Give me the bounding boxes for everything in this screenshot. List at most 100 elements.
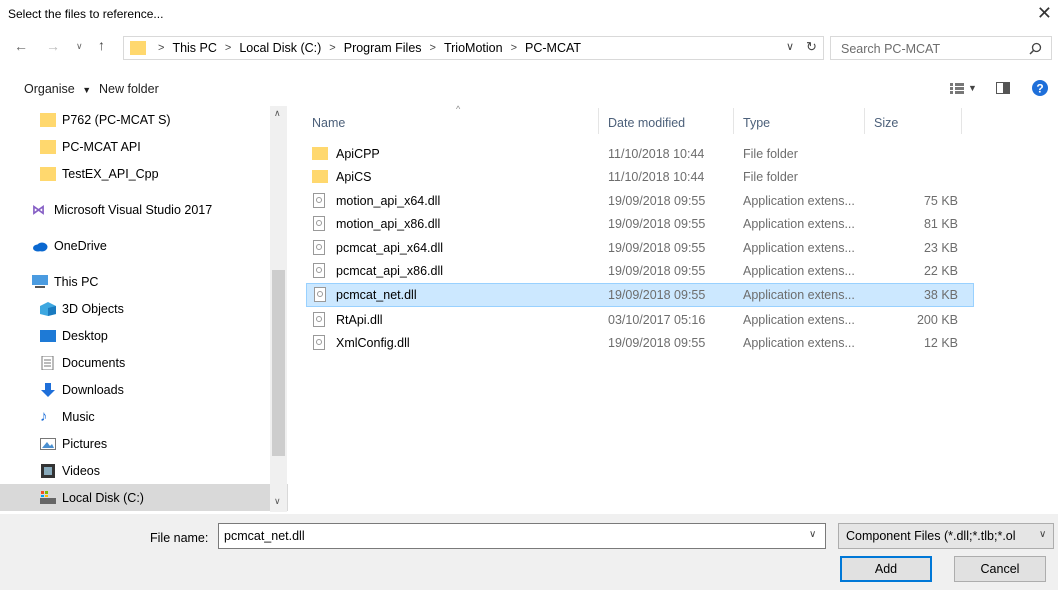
file-name-label: File name: [150,531,209,545]
column-divider[interactable] [733,108,734,134]
file-type: Application extens... [743,336,855,350]
nav-item-onedrive[interactable]: OneDrive [0,232,288,259]
breadcrumb-this-pc[interactable]: This PC [172,41,216,55]
chevron-right-icon[interactable]: > [511,42,517,54]
add-button[interactable]: Add [840,556,932,582]
new-folder-button[interactable]: New folder [99,82,159,96]
breadcrumb-pc-mcat[interactable]: PC-MCAT [525,41,581,55]
file-date: 19/09/2018 09:55 [608,288,706,302]
column-divider[interactable] [864,108,865,134]
nav-item-p762[interactable]: P762 (PC-MCAT S) [0,106,288,133]
forward-arrow-icon[interactable]: → [46,38,60,54]
file-row-pcmcat-api-x86[interactable]: pcmcat_api_x86.dll 19/09/2018 09:55 Appl… [306,260,974,282]
search-input[interactable]: Search PC-MCAT [841,42,940,56]
close-icon[interactable]: ✕ [1037,4,1052,22]
breadcrumb-local-disk[interactable]: Local Disk (C:) [239,41,321,55]
file-type-filter[interactable]: Component Files (*.dll;*.tlb;*.ol ∨ [838,523,1054,549]
column-header-size[interactable]: Size [874,116,898,130]
dll-file-icon [313,240,325,255]
file-row-apicpp[interactable]: ApiCPP 11/10/2018 10:44 File folder [306,143,974,165]
chevron-down-icon[interactable]: ∨ [809,529,816,540]
nav-item-label: Music [62,409,95,424]
file-name: motion_api_x64.dll [336,194,441,208]
file-name: ApiCPP [336,147,380,161]
nav-item-label: Videos [62,463,100,478]
file-row-apics[interactable]: ApiCS 11/10/2018 10:44 File folder [306,166,974,188]
breadcrumb-program-files[interactable]: Program Files [344,41,422,55]
drive-icon [40,490,56,504]
view-dropdown-icon[interactable]: ▼ [968,83,977,93]
view-options-icon[interactable] [950,83,964,94]
nav-item-testex-api-cpp[interactable]: TestEX_API_Cpp [0,160,288,187]
scrollbar-thumb[interactable] [272,270,285,456]
file-row-rtapi[interactable]: RtApi.dll 03/10/2017 05:16 Application e… [306,309,974,331]
nav-item-desktop[interactable]: Desktop [0,322,288,349]
nav-item-label: 3D Objects [62,301,124,316]
nav-item-downloads[interactable]: Downloads [0,376,288,403]
nav-item-pc-mcat-api[interactable]: PC-MCAT API [0,133,288,160]
file-row-motion-api-x64[interactable]: motion_api_x64.dll 19/09/2018 09:55 Appl… [306,190,974,212]
nav-item-documents[interactable]: Documents [0,349,288,376]
chevron-down-icon[interactable]: ∨ [786,40,794,53]
navigation-pane: P762 (PC-MCAT S) PC-MCAT API TestEX_API_… [0,106,288,512]
chevron-right-icon[interactable]: > [225,42,231,54]
column-divider[interactable] [961,108,962,134]
chevron-right-icon[interactable]: > [430,42,436,54]
file-row-motion-api-x86[interactable]: motion_api_x86.dll 19/09/2018 09:55 Appl… [306,213,974,235]
file-size: 200 KB [916,313,958,327]
up-arrow-icon[interactable]: ↑ [98,37,105,53]
folder-icon [130,41,146,55]
nav-item-label: Documents [62,355,126,370]
column-divider[interactable] [598,108,599,134]
file-type: Application extens... [743,264,855,278]
file-row-xmlconfig[interactable]: XmlConfig.dll 19/09/2018 09:55 Applicati… [306,332,974,354]
file-list-header: ^ Name Date modified Type Size [296,104,1058,136]
cancel-button[interactable]: Cancel [954,556,1046,582]
preview-pane-icon[interactable] [996,82,1010,94]
onedrive-icon [33,242,48,251]
nav-item-3d-objects[interactable]: 3D Objects [0,295,288,322]
window-title: Select the files to reference... [8,7,164,21]
nav-item-label: OneDrive [54,238,107,253]
refresh-icon[interactable]: ↻ [806,39,817,55]
nav-item-visual-studio[interactable]: ⋈ Microsoft Visual Studio 2017 [0,196,288,223]
search-box[interactable]: Search PC-MCAT [830,36,1052,60]
recent-locations-icon[interactable]: ∨ [76,41,83,52]
music-icon: ♪ [40,407,48,425]
back-arrow-icon[interactable]: ← [14,38,28,54]
dll-file-icon [313,193,325,208]
file-date: 19/09/2018 09:55 [608,241,706,255]
search-icon[interactable] [1029,42,1042,55]
file-row-pcmcat-net[interactable]: pcmcat_net.dll 19/09/2018 09:55 Applicat… [306,283,974,307]
folder-icon [40,139,56,154]
nav-item-pictures[interactable]: Pictures [0,430,288,457]
column-header-date[interactable]: Date modified [608,116,685,130]
breadcrumb-triomotion[interactable]: TrioMotion [444,41,503,55]
scroll-down-icon[interactable]: ∨ [274,496,281,507]
file-date: 19/09/2018 09:55 [608,217,706,231]
nav-item-this-pc[interactable]: This PC [0,268,288,295]
column-header-name[interactable]: Name [312,116,345,130]
chevron-right-icon[interactable]: > [329,42,335,54]
column-header-type[interactable]: Type [743,116,770,130]
help-icon[interactable]: ? [1032,80,1048,96]
folder-icon [40,112,56,127]
file-row-pcmcat-api-x64[interactable]: pcmcat_api_x64.dll 19/09/2018 09:55 Appl… [306,237,974,259]
file-name: pcmcat_net.dll [336,288,417,302]
file-name: ApiCS [336,170,372,184]
nav-item-label: TestEX_API_Cpp [62,166,159,181]
file-name-input[interactable]: pcmcat_net.dll ∨ [218,523,826,549]
file-size: 38 KB [923,288,958,302]
file-date: 11/10/2018 10:44 [608,147,705,161]
nav-item-videos[interactable]: Videos [0,457,288,484]
chevron-down-icon[interactable]: ∨ [1039,529,1046,540]
nav-item-local-disk[interactable]: Local Disk (C:) [0,484,288,511]
file-name-value: pcmcat_net.dll [224,529,305,543]
scroll-up-icon[interactable]: ∧ [274,108,281,119]
nav-item-music[interactable]: ♪ Music [0,403,288,430]
file-name: motion_api_x86.dll [336,217,441,231]
3d-objects-icon [40,301,56,316]
address-bar[interactable]: > This PC > Local Disk (C:) > Program Fi… [123,36,824,60]
file-size: 81 KB [923,217,958,231]
organise-button[interactable]: Organise ▼ [24,82,91,96]
